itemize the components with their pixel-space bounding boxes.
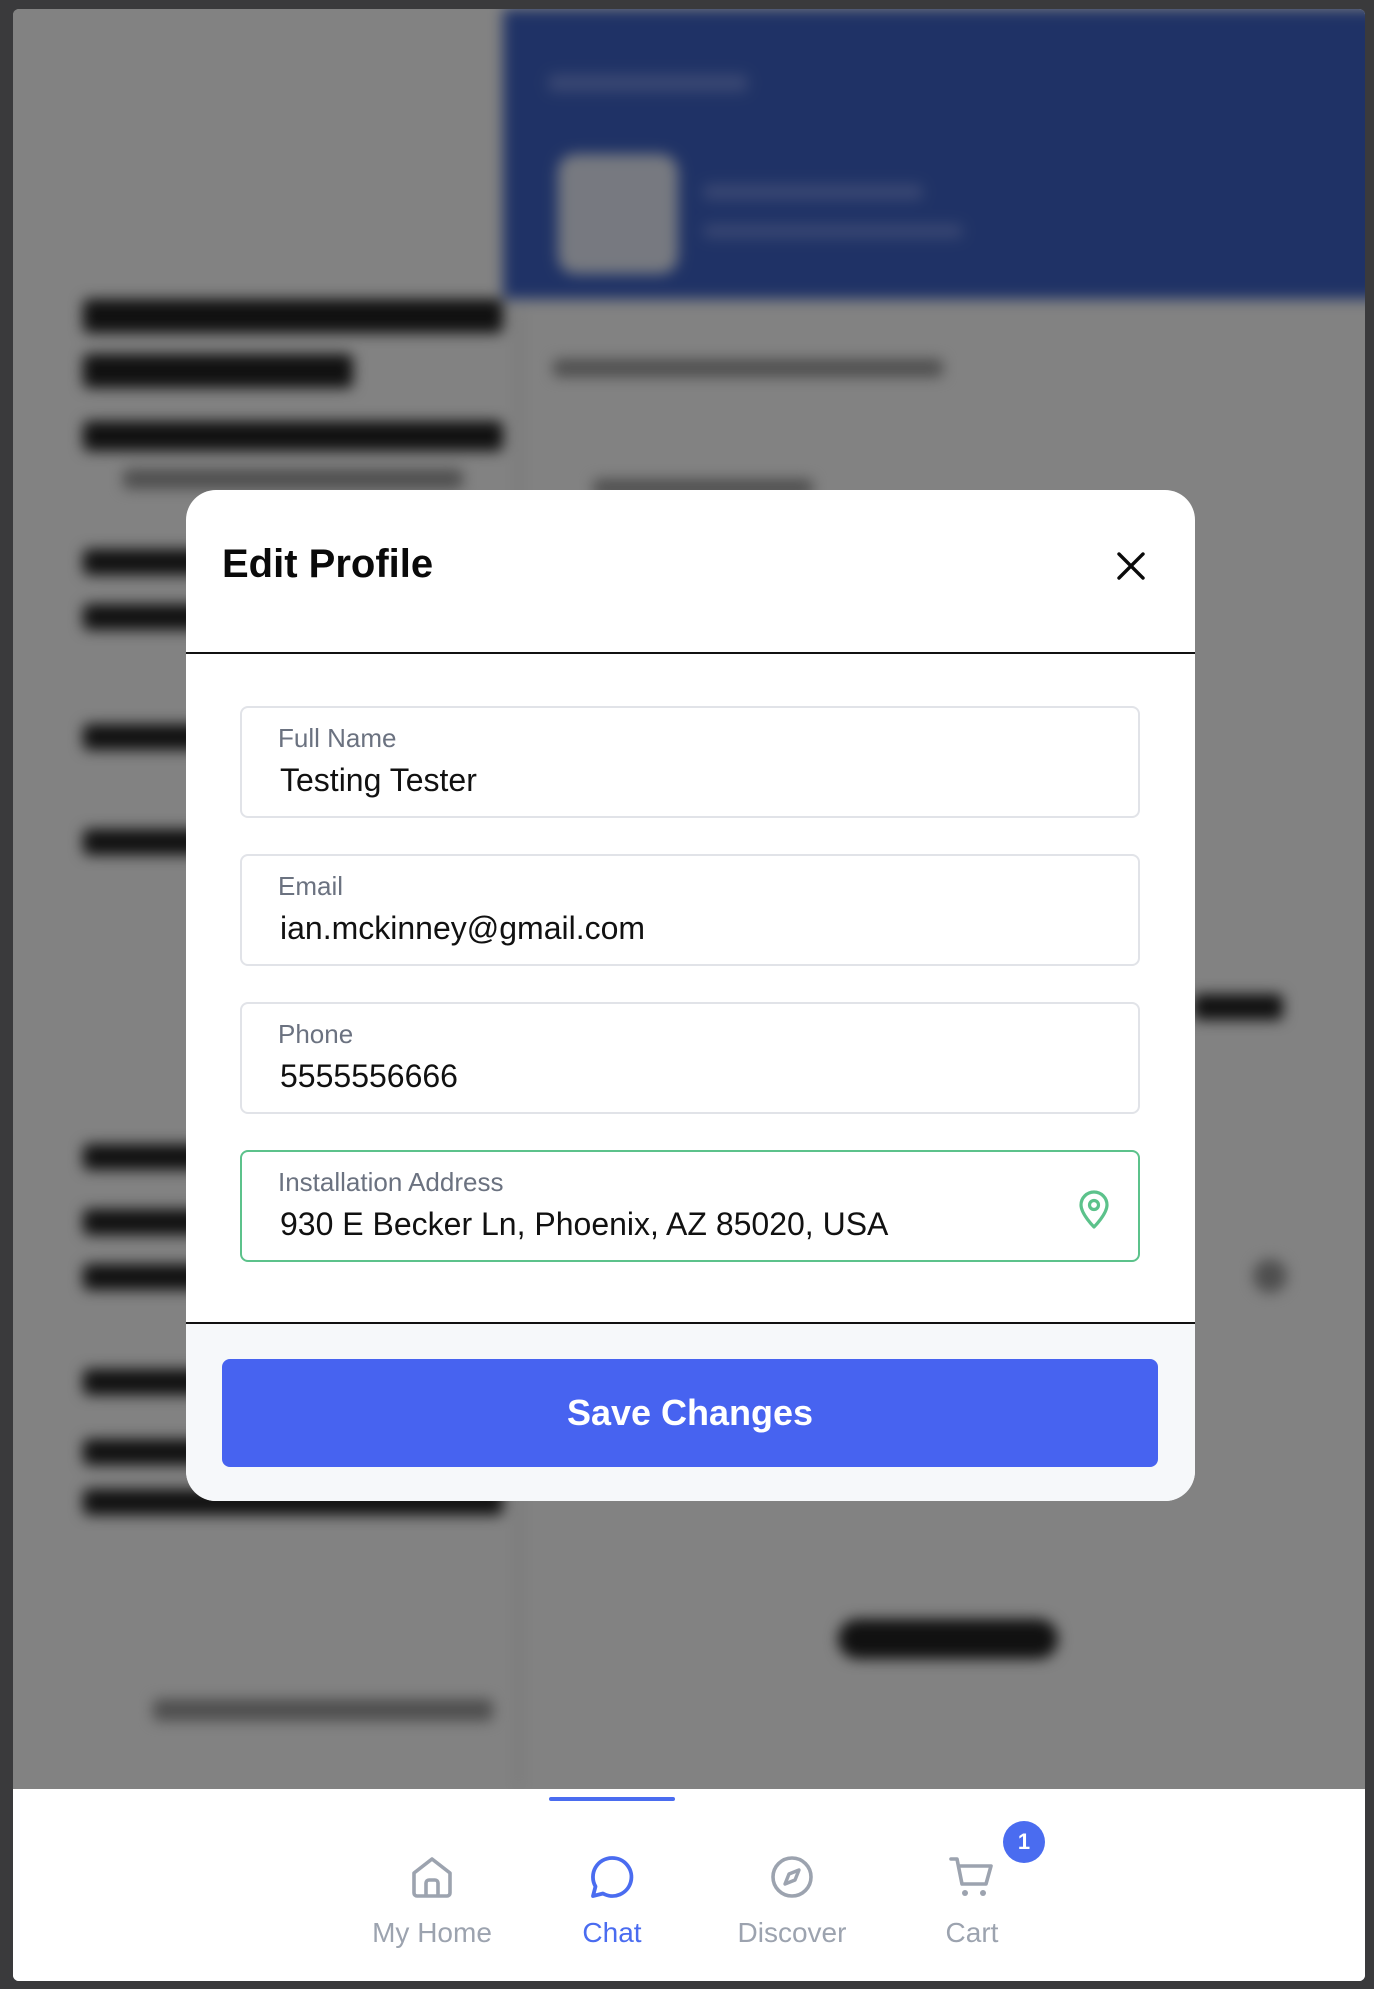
- home-icon: [412, 1857, 452, 1898]
- modal-title: Edit Profile: [222, 541, 434, 586]
- email-field[interactable]: Email: [240, 854, 1140, 966]
- close-icon: [1117, 552, 1145, 580]
- phone-label: Phone: [278, 1019, 354, 1049]
- app-screen: Edit Profile Full Name Email Phone Ins: [13, 9, 1365, 1981]
- nav-label-cart: Cart: [945, 1917, 999, 1948]
- bottom-navigation: My Home Chat Discover 1 Cart: [13, 1789, 1365, 1981]
- phone-field[interactable]: Phone: [240, 1002, 1140, 1114]
- nav-item-discover[interactable]: Discover: [727, 1789, 857, 1981]
- close-button[interactable]: [1101, 536, 1161, 596]
- full-name-field[interactable]: Full Name: [240, 706, 1140, 818]
- cart-count-badge: 1: [1003, 1821, 1045, 1863]
- modal-header: Edit Profile: [186, 490, 1195, 654]
- nav-label-discover: Discover: [737, 1917, 847, 1948]
- modal-body: Full Name Email Phone Installation Addre…: [186, 654, 1195, 1322]
- active-tab-indicator: [549, 1797, 675, 1801]
- installation-address-input[interactable]: [280, 1202, 1060, 1246]
- phone-input[interactable]: [280, 1054, 1060, 1098]
- chat-icon: [591, 1856, 634, 1898]
- modal-footer: Save Changes: [186, 1322, 1195, 1501]
- map-pin-icon[interactable]: [1076, 1190, 1112, 1230]
- nav-label-chat: Chat: [582, 1917, 642, 1948]
- nav-label-my-home: My Home: [372, 1917, 492, 1948]
- nav-item-chat[interactable]: Chat: [547, 1789, 677, 1981]
- installation-address-field[interactable]: Installation Address: [240, 1150, 1140, 1262]
- full-name-label: Full Name: [278, 723, 397, 753]
- edit-profile-modal: Edit Profile Full Name Email Phone Ins: [186, 490, 1195, 1501]
- cart-icon: [949, 1857, 993, 1896]
- installation-address-label: Installation Address: [278, 1167, 504, 1197]
- nav-item-cart[interactable]: 1 Cart: [907, 1789, 1045, 1981]
- save-changes-button[interactable]: Save Changes: [222, 1359, 1158, 1467]
- nav-item-my-home[interactable]: My Home: [367, 1789, 497, 1981]
- email-label: Email: [278, 871, 344, 901]
- full-name-input[interactable]: [280, 758, 1060, 802]
- email-input[interactable]: [280, 906, 1060, 950]
- compass-icon: [771, 1856, 813, 1898]
